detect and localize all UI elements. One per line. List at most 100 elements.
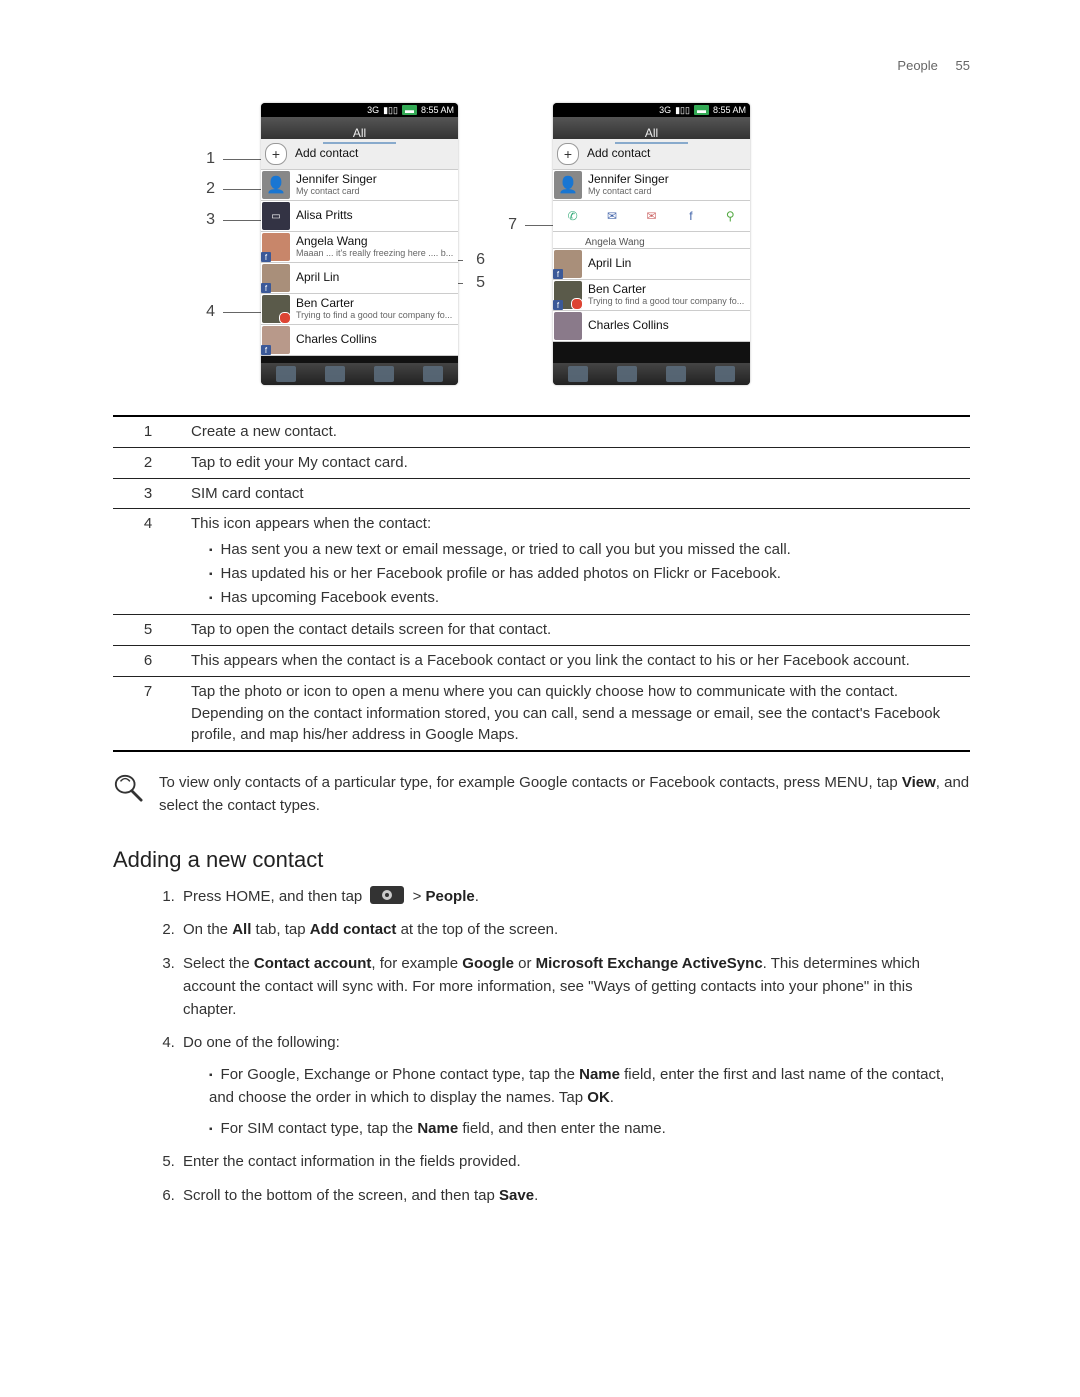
signal-icon: ▮▯▯ — [383, 105, 398, 116]
all-apps-icon — [370, 886, 404, 904]
avatar-icon: 👤 — [554, 171, 582, 199]
facebook-badge-icon: f — [261, 252, 271, 262]
tip-icon — [113, 772, 143, 810]
section-heading: Adding a new contact — [113, 847, 970, 873]
avatar-icon: f — [554, 281, 582, 309]
tab-icon[interactable] — [325, 366, 345, 382]
facebook-badge-icon: f — [553, 300, 563, 310]
tab-icon[interactable] — [715, 366, 735, 382]
callout-3: 3 — [201, 211, 265, 229]
callout-2: 2 — [201, 180, 265, 198]
bottom-tab-bar — [261, 363, 458, 385]
tab-icon[interactable] — [568, 366, 588, 382]
facebook-badge-icon: f — [261, 345, 271, 355]
tab-icon[interactable] — [666, 366, 686, 382]
signal-icon: ▮▯▯ — [675, 105, 690, 116]
list-item: Has sent you a new text or email message… — [209, 539, 970, 561]
battery-icon: ▬ — [402, 105, 417, 115]
contact-row[interactable]: f April Lin — [553, 249, 750, 280]
sub-list: Has sent you a new text or email message… — [191, 539, 970, 608]
list-item: For Google, Exchange or Phone contact ty… — [209, 1063, 970, 1110]
my-contact-card-row[interactable]: 👤 Jennifer SingerMy contact card — [553, 170, 750, 201]
contact-row[interactable]: Ben CarterTrying to find a good tour com… — [261, 294, 458, 325]
sub-list: For Google, Exchange or Phone contact ty… — [183, 1063, 970, 1141]
clock: 8:55 AM — [421, 105, 454, 115]
call-icon[interactable]: ✆ — [563, 206, 583, 226]
contact-row[interactable]: f April Lin — [261, 263, 458, 294]
page-number: 55 — [956, 58, 970, 73]
avatar-icon: f — [262, 326, 290, 354]
tab-icon[interactable] — [617, 366, 637, 382]
contact-row[interactable]: f Angela WangMaaan ... it's really freez… — [261, 232, 458, 263]
bottom-tab-bar — [553, 363, 750, 385]
tab-icon[interactable] — [423, 366, 443, 382]
callout-4: 4 — [201, 303, 265, 321]
network-icon: 3G — [659, 105, 671, 115]
sim-card-icon: ▭ — [262, 202, 290, 230]
avatar-icon: f — [554, 250, 582, 278]
avatar-icon — [554, 312, 582, 340]
avatar-icon: f — [262, 233, 290, 261]
facebook-icon[interactable]: f — [681, 206, 701, 226]
list-item: Scroll to the bottom of the screen, and … — [179, 1184, 970, 1207]
notification-badge-icon — [571, 298, 583, 310]
avatar-icon — [262, 295, 290, 323]
email-icon[interactable]: ✉ — [641, 206, 661, 226]
contact-row[interactable]: f Charles Collins — [261, 325, 458, 356]
list-item: Select the Contact account, for example … — [179, 952, 970, 1022]
battery-icon: ▬ — [694, 105, 709, 115]
list-item: Do one of the following: For Google, Exc… — [179, 1031, 970, 1140]
list-item: Has updated his or her Facebook profile … — [209, 563, 970, 585]
running-header: People 55 — [113, 58, 970, 73]
plus-icon: + — [265, 143, 287, 165]
status-bar: 3G ▮▯▯ ▬ 8:55 AM — [553, 103, 750, 117]
filter-tab-bar: All — [553, 117, 750, 139]
add-contact-label: Add contact — [587, 147, 650, 160]
my-contact-card-row[interactable]: 👤 Jennifer SingerMy contact card — [261, 170, 458, 201]
tip-note: To view only contacts of a particular ty… — [113, 772, 970, 817]
tab-all[interactable]: All — [323, 124, 396, 144]
table-row: 3SIM card contact — [113, 478, 970, 509]
steps-list: Press HOME, and then tap > People. On th… — [113, 885, 970, 1207]
tab-icon[interactable] — [374, 366, 394, 382]
list-item: For SIM contact type, tap the Name field… — [209, 1117, 970, 1140]
facebook-badge-icon: f — [553, 269, 563, 279]
annotated-screenshots: 1 2 3 4 5 6 7 3G ▮▯▯ ▬ 8:55 AM All + Add… — [113, 103, 970, 403]
callout-7: 7 — [503, 216, 557, 234]
filter-tab-bar: All — [261, 117, 458, 139]
clock: 8:55 AM — [713, 105, 746, 115]
manual-page: People 55 1 2 3 4 5 6 7 3G ▮▯▯ ▬ 8:55 AM… — [0, 0, 1080, 1277]
list-item: On the All tab, tap Add contact at the t… — [179, 918, 970, 941]
add-contact-label: Add contact — [295, 147, 358, 160]
notification-badge-icon — [279, 312, 291, 324]
status-bar: 3G ▮▯▯ ▬ 8:55 AM — [261, 103, 458, 117]
list-item: Enter the contact information in the fie… — [179, 1150, 970, 1173]
table-row: 5Tap to open the contact details screen … — [113, 615, 970, 646]
quick-communicate-menu[interactable]: ✆ ✉ ✉ f ⚲ — [553, 201, 750, 232]
callout-1: 1 — [201, 150, 265, 168]
plus-icon: + — [557, 143, 579, 165]
tab-icon[interactable] — [276, 366, 296, 382]
list-item: Press HOME, and then tap > People. — [179, 885, 970, 908]
phone-screenshot-right: 3G ▮▯▯ ▬ 8:55 AM All + Add contact 👤 Jen… — [553, 103, 750, 385]
callout-legend-table: 1Create a new contact. 2Tap to edit your… — [113, 415, 970, 752]
table-row: 6This appears when the contact is a Face… — [113, 646, 970, 677]
contact-row[interactable]: f Ben CarterTrying to find a good tour c… — [553, 280, 750, 311]
phone-screenshot-left: 3G ▮▯▯ ▬ 8:55 AM All + Add contact 👤 Jen… — [261, 103, 458, 385]
facebook-badge-icon: f — [261, 283, 271, 293]
table-row: 4 This icon appears when the contact: Ha… — [113, 509, 970, 615]
tab-all[interactable]: All — [615, 124, 688, 144]
message-icon[interactable]: ✉ — [602, 206, 622, 226]
contact-row-peek: Angela Wang — [553, 232, 750, 249]
avatar-icon: 👤 — [262, 171, 290, 199]
table-row: 1Create a new contact. — [113, 416, 970, 447]
network-icon: 3G — [367, 105, 379, 115]
table-row: 2Tap to edit your My contact card. — [113, 447, 970, 478]
contact-row[interactable]: ▭ Alisa Pritts — [261, 201, 458, 232]
map-icon[interactable]: ⚲ — [720, 206, 740, 226]
avatar-icon: f — [262, 264, 290, 292]
tip-text: To view only contacts of a particular ty… — [159, 772, 970, 817]
contact-row[interactable]: Charles Collins — [553, 311, 750, 342]
list-item: Has upcoming Facebook events. — [209, 587, 970, 609]
table-row: 7Tap the photo or icon to open a menu wh… — [113, 676, 970, 751]
